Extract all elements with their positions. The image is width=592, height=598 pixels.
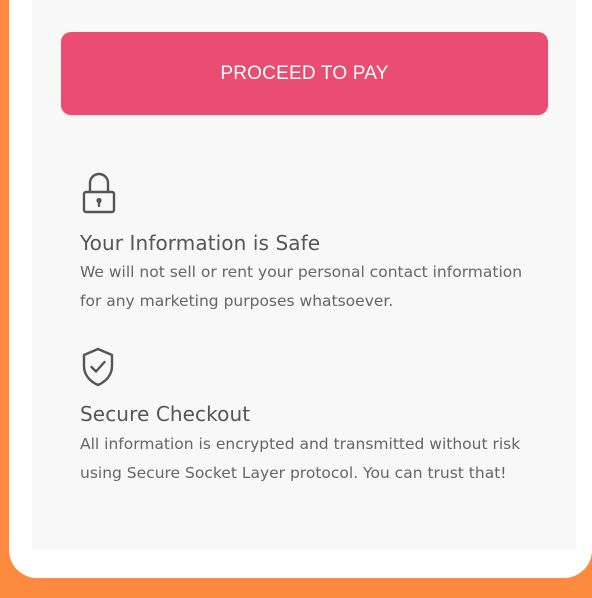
secure-checkout-heading: Secure Checkout [80, 402, 251, 426]
proceed-to-pay-button[interactable]: PROCEED TO PAY [61, 32, 548, 115]
lock-icon [82, 172, 116, 214]
shield-check-icon [81, 347, 115, 387]
info-safe-description: We will not sell or rent your personal c… [80, 263, 523, 310]
secure-checkout-description: All information is encrypted and transmi… [80, 435, 521, 482]
info-safe-heading: Your Information is Safe [80, 231, 321, 255]
